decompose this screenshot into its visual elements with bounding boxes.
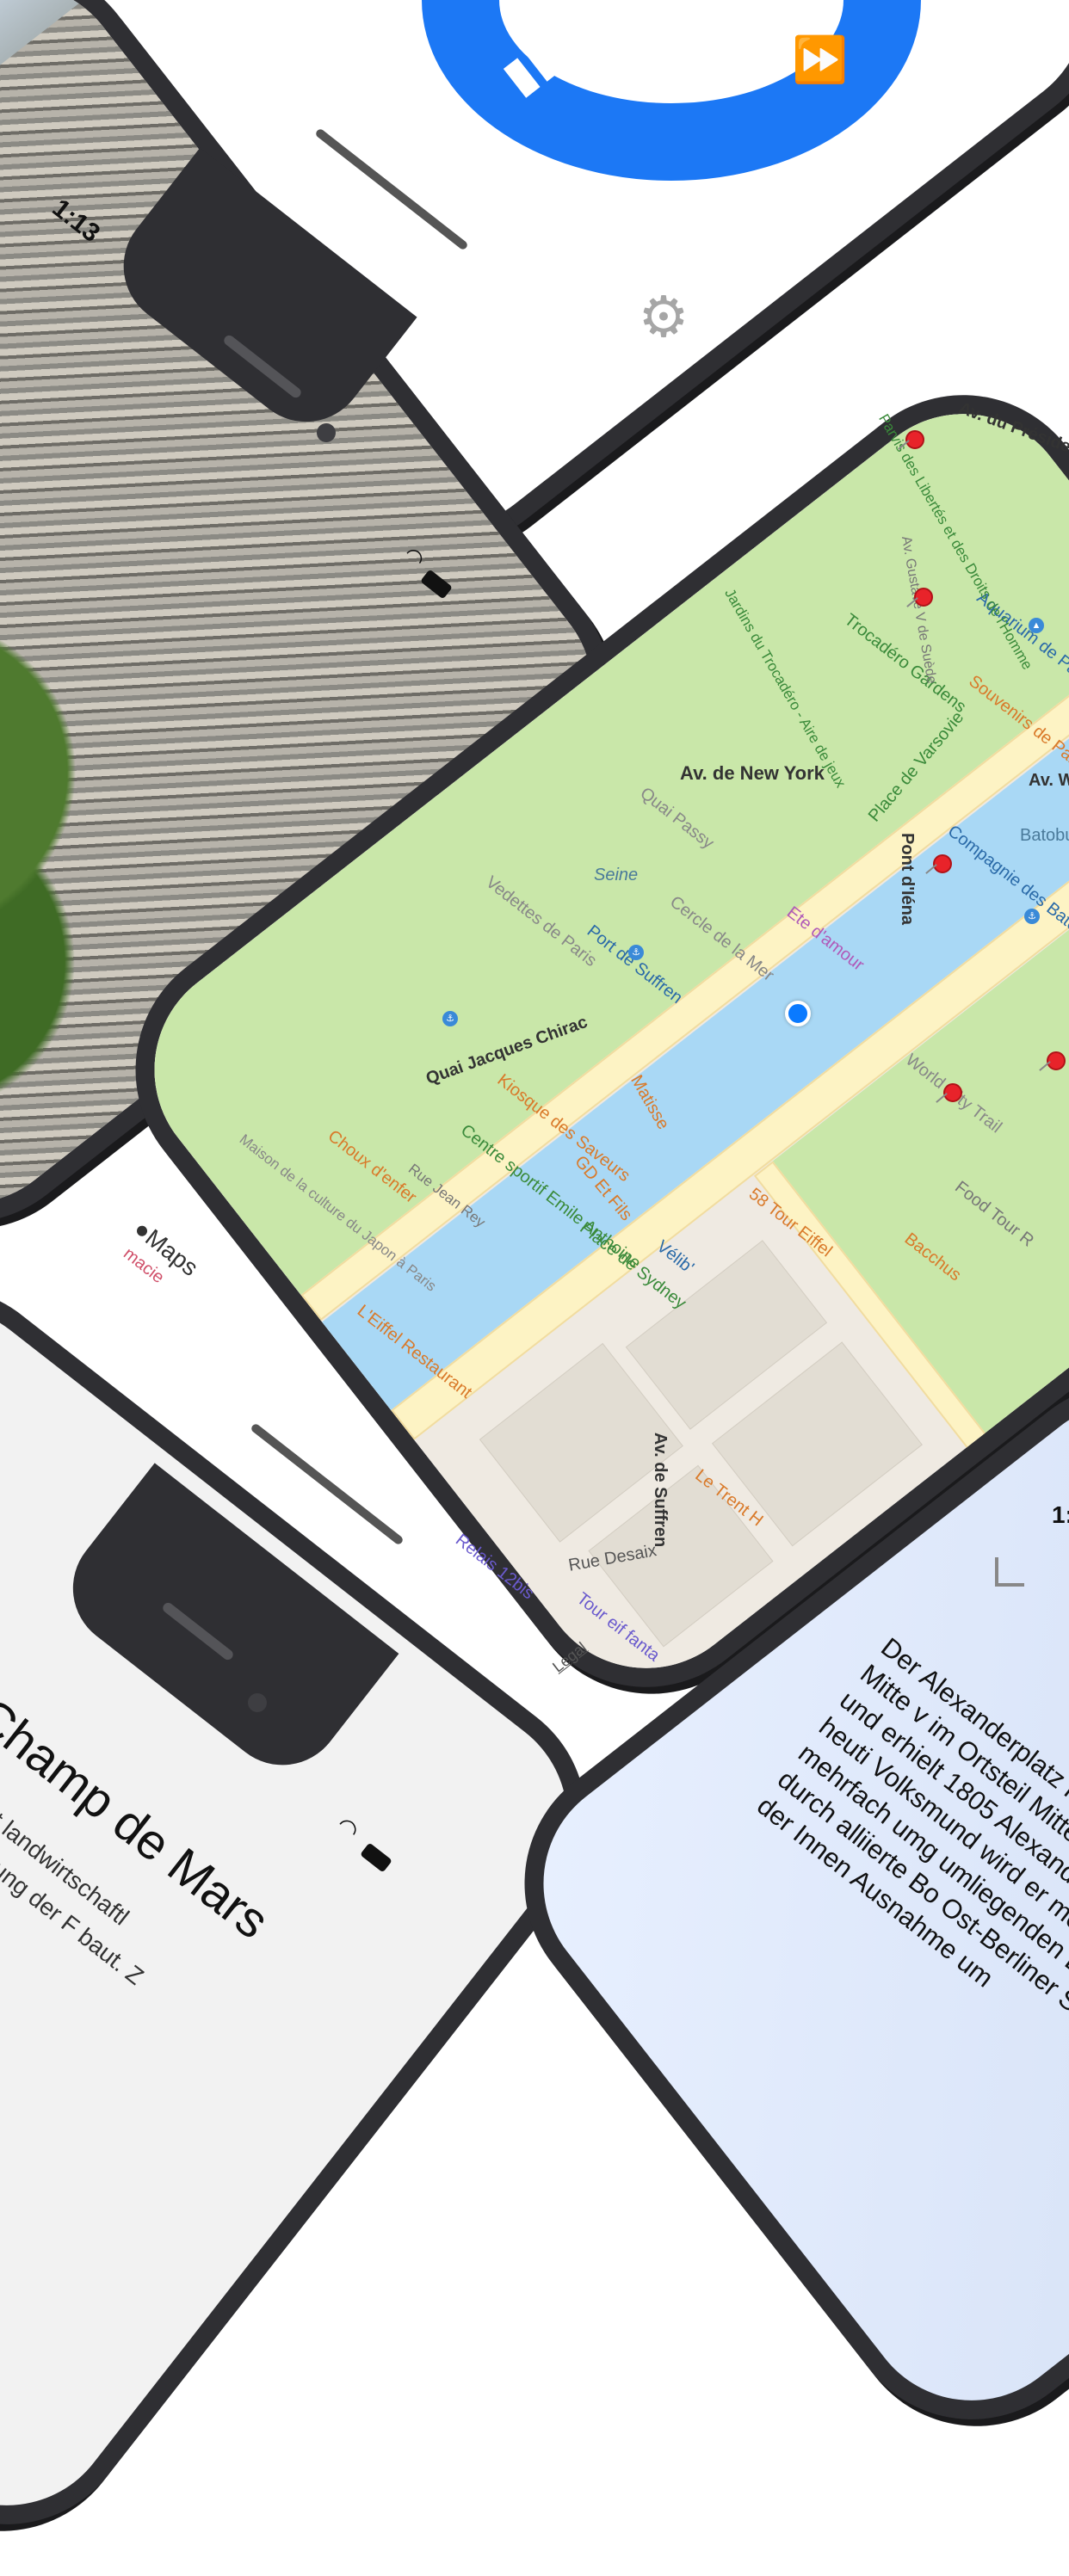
map-label: Pont d'Iéna bbox=[897, 833, 917, 925]
map-label: Av. de Suffren bbox=[651, 1432, 670, 1548]
map-pin[interactable] bbox=[1047, 1051, 1066, 1070]
german-status-time: 1: bbox=[1052, 1501, 1069, 1528]
gear-icon[interactable]: ⚙ bbox=[635, 288, 692, 345]
aerial-camera bbox=[317, 423, 336, 442]
poi-icon[interactable]: ⚓ bbox=[1024, 909, 1040, 924]
poi-icon[interactable]: ⚓ bbox=[442, 1011, 458, 1026]
map-pin[interactable] bbox=[933, 854, 952, 873]
user-location-dot bbox=[785, 1001, 811, 1026]
map-label: Av. de New York bbox=[680, 762, 825, 784]
map-label: Av. W bbox=[1029, 771, 1069, 790]
poi-icon[interactable]: ▲ bbox=[1029, 618, 1044, 633]
map-label: Batobus bbox=[1020, 826, 1069, 845]
map-label: Seine bbox=[594, 866, 639, 884]
poi-icon[interactable]: ⚓ bbox=[628, 945, 644, 960]
skip-icon[interactable]: ⏩ bbox=[792, 34, 848, 86]
article-camera bbox=[248, 1693, 267, 1712]
map-pin[interactable] bbox=[905, 430, 924, 449]
back-arrow-icon[interactable] bbox=[995, 1557, 1024, 1587]
map-pin[interactable] bbox=[943, 1083, 962, 1102]
map-pin[interactable] bbox=[914, 588, 933, 607]
